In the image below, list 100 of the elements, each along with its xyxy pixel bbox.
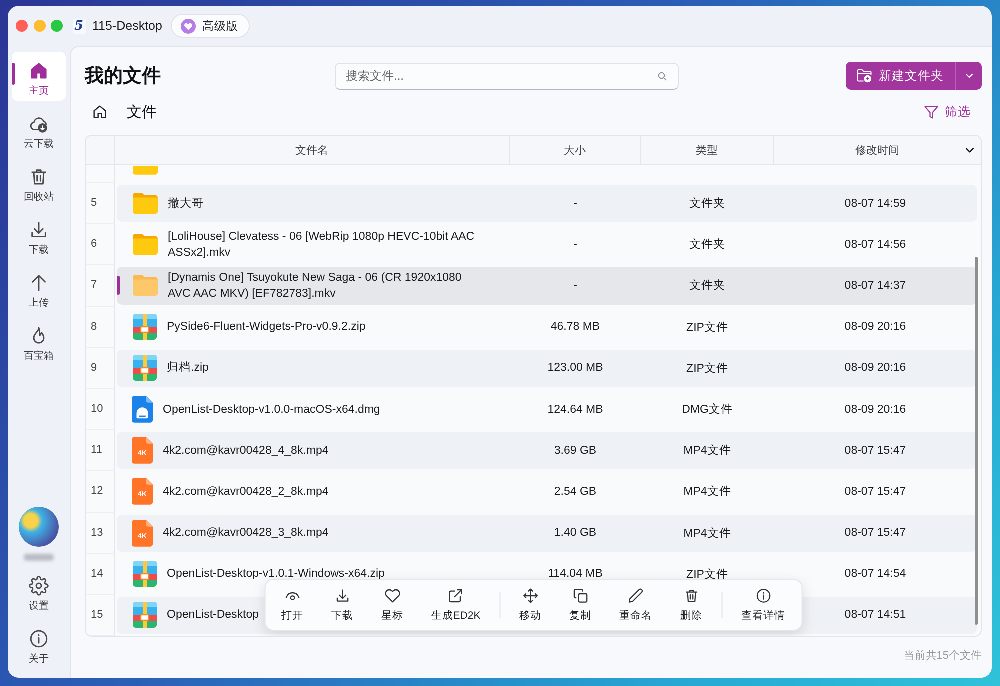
file-size: -: [574, 198, 578, 210]
row-number: 8: [91, 320, 98, 333]
file-size: 2.54 GB: [554, 486, 597, 498]
table-row[interactable]: [Dynamis One] Tsuyokute New Saga - 06 (CR 1920x1080 AVC AAC MKV) [EF782783].mkv - 文件夹 08-07 14:37: [117, 267, 977, 305]
file-name: [Dynamis One] Tsuyokute New Saga - 06 (CR 1920x1080 AVC AAC MKV) [EF782783].mkv: [168, 270, 463, 302]
page-title: 我的文件: [85, 64, 162, 89]
file-type: MP4文件: [684, 484, 732, 500]
sidebar-item[interactable]: 主页: [12, 52, 66, 101]
modified-time: 08-07 14:37: [844, 280, 906, 292]
modified-time: 08-09 20:16: [844, 321, 906, 334]
row-number: 7: [91, 279, 98, 292]
table-row[interactable]: 撤大哥 - 文件夹 08-07 14:59: [117, 185, 977, 222]
sidebar-item[interactable]: 关于: [12, 620, 66, 669]
heart-badge-icon: [181, 18, 196, 34]
file-type: 文件夹: [690, 278, 726, 294]
search-icon: [658, 72, 667, 80]
table-row[interactable]: [LoliHouse] Clevatess - 06 [WebRip 1080p HEVC-10bit AAC ASSx2].mkv - 文件夹 08-07 14:56: [117, 226, 977, 264]
file-name: PySide6-Fluent-Widgets-Pro-v0.9.2.zip: [167, 320, 366, 336]
search-field[interactable]: 搜索文件...: [335, 62, 679, 90]
filter-button[interactable]: 筛选: [924, 104, 971, 120]
zip-archive-icon: [133, 602, 157, 628]
file-name: 归档.zip: [167, 360, 209, 376]
app-logo: 5: [72, 18, 86, 34]
file-type: 文件夹: [690, 196, 726, 212]
modified-time: 08-07 14:51: [844, 609, 906, 622]
copy-icon: [572, 588, 589, 604]
plan-badge[interactable]: 高级版: [171, 14, 250, 38]
trash-icon: [29, 167, 49, 187]
heart-icon: [384, 588, 400, 604]
sidebar-item[interactable]: 云下载: [12, 105, 66, 154]
row-number: 9: [91, 362, 98, 374]
avatar[interactable]: [19, 507, 59, 547]
folder-icon: [133, 234, 158, 256]
file-size: 46.78 MB: [550, 321, 600, 334]
row-number: 13: [91, 526, 104, 539]
row-number: 15: [91, 608, 104, 621]
folder-icon: [133, 275, 158, 296]
sidebar-item[interactable]: 上传: [12, 264, 66, 313]
info-icon: [29, 629, 49, 649]
modified-time: 08-07 14:56: [844, 238, 906, 251]
modified-time: 08-09 20:16: [844, 404, 906, 416]
column-header[interactable]: 类型: [641, 136, 774, 164]
disk-image-icon: [132, 396, 153, 424]
new-folder-menu-button[interactable]: [955, 62, 982, 90]
filter-icon: [924, 104, 939, 120]
file-count: 当前共15个文件: [904, 648, 982, 663]
file-type: DMG文件: [682, 402, 733, 418]
external-link-icon: [448, 588, 464, 604]
table-row[interactable]: 归档.zip 123.00 MB ZIP文件 08-09 20:16: [117, 350, 977, 387]
column-header[interactable]: 大小: [510, 136, 641, 164]
file-type: ZIP文件: [686, 362, 728, 376]
info-icon: [756, 588, 772, 604]
file-type: ZIP文件: [686, 568, 728, 582]
row-number: 10: [91, 403, 104, 416]
row-number: 12: [91, 485, 104, 498]
file-size: 124.64 MB: [548, 404, 604, 416]
home-icon[interactable]: [92, 104, 108, 120]
trash-icon: [684, 588, 700, 604]
breadcrumb-item[interactable]: 文件: [127, 102, 157, 122]
file-size: 123.00 MB: [548, 362, 604, 374]
column-header[interactable]: 修改时间: [774, 136, 981, 164]
scrollbar-thumb[interactable]: [975, 257, 978, 625]
file-name: 4k2.com@kavr00428_3_8k.mp4: [163, 526, 329, 542]
file-size: -: [574, 280, 578, 292]
download-icon: [334, 588, 350, 604]
selection-indicator: [12, 63, 15, 85]
file-name: OpenList-Desktop: [167, 608, 260, 624]
folder-icon: [133, 166, 158, 175]
folder-icon: [133, 193, 158, 214]
close-window-icon[interactable]: [16, 20, 28, 32]
sidebar-item[interactable]: 下载: [12, 211, 66, 260]
move-icon: [522, 588, 539, 604]
file-size: 3.69 GB: [554, 444, 597, 457]
file-size: -: [574, 238, 578, 251]
file-type: MP4文件: [684, 444, 732, 458]
sidebar-item[interactable]: 百宝箱: [12, 317, 66, 366]
sidebar-item[interactable]: 设置: [12, 567, 66, 616]
modified-time: 08-07 15:47: [844, 444, 906, 457]
home-icon: [29, 61, 49, 81]
settings-icon: [29, 576, 49, 596]
table-row[interactable]: OpenList-Desktop-v1.0.0-macOS-x64.dmg 124.64 MB DMG文件 08-09 20:16: [117, 390, 977, 428]
row-number: 11: [91, 444, 102, 456]
chevron-down-icon: [964, 73, 974, 79]
file-name: OpenList-Desktop-v1.0.1-Windows-x64.zip: [167, 567, 385, 582]
sidebar-item[interactable]: 回收站: [12, 158, 66, 207]
folder-plus-icon: [857, 69, 872, 83]
file-name: 4k2.com@kavr00428_2_8k.mp4: [163, 484, 329, 500]
file-type: MP4文件: [684, 526, 732, 541]
modified-time: 08-07 14:54: [844, 568, 906, 580]
row-number: 14: [91, 568, 104, 580]
column-header[interactable]: 文件名: [115, 136, 510, 164]
window-title: 115-Desktop: [92, 19, 162, 33]
modified-time: 08-07 15:47: [844, 527, 906, 540]
file-name: 4k2.com@kavr00428_4_8k.mp4: [163, 444, 329, 459]
modified-time: 08-09 20:16: [844, 362, 906, 374]
table-row[interactable]: PySide6-Fluent-Widgets-Pro-v0.9.2.zip 46.78 MB ZIP文件 08-09 20:16: [117, 308, 977, 346]
modified-time: 08-07 14:59: [844, 198, 906, 210]
zip-archive-icon: [133, 355, 157, 382]
chevron-down-icon[interactable]: [965, 146, 975, 154]
new-folder-button[interactable]: 新建文件夹: [846, 62, 955, 90]
